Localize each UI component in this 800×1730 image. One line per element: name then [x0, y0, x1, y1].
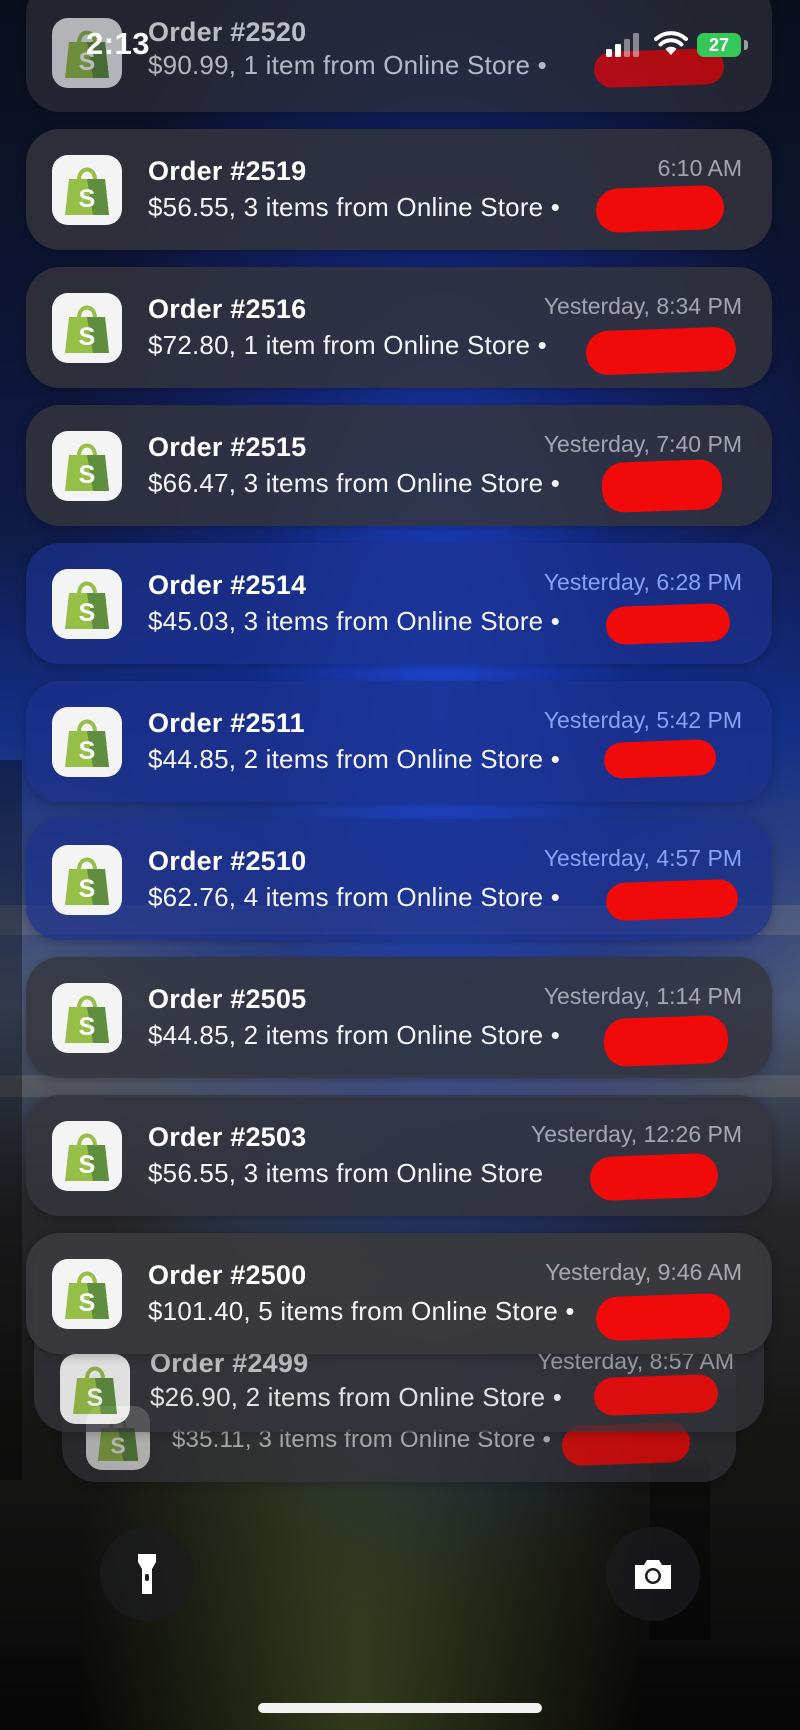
battery-tip [744, 40, 748, 50]
shopify-app-icon: S [52, 1259, 122, 1329]
svg-text:S: S [79, 461, 96, 489]
order-details: $56.55, 3 items from Online Store [148, 1158, 544, 1188]
shopify-app-icon: S [52, 569, 122, 639]
shopify-app-icon: S [52, 293, 122, 363]
notification-order[interactable]: S Order #2511 $44.85, 2 items from Onlin… [26, 681, 772, 802]
order-title: Order #2511 [148, 708, 305, 738]
notification-order[interactable]: S Order #2515 $66.47, 3 items from Onlin… [26, 405, 772, 526]
notification-order[interactable]: S Order #2510 $62.76, 4 items from Onlin… [26, 819, 772, 940]
notification-order[interactable]: S Order #2500 $101.40, 5 items from Onli… [26, 1233, 772, 1354]
notification-timestamp: Yesterday, 12:26 PM [531, 1121, 742, 1147]
notification-timestamp: Yesterday, 4:57 PM [543, 845, 742, 871]
shopify-app-icon: S [52, 1121, 122, 1191]
notification-timestamp: Yesterday, 5:42 PM [543, 707, 742, 733]
wallpaper-light-strip [0, 1075, 800, 1097]
status-bar: 2:13 27 [0, 0, 800, 92]
battery-level: 27 [708, 35, 730, 55]
order-title: Order #2505 [148, 984, 307, 1014]
flashlight-button[interactable] [100, 1527, 194, 1621]
svg-text:S: S [79, 875, 96, 903]
redaction-mark [585, 326, 737, 376]
wallpaper-pillar [0, 760, 22, 1480]
cellular-signal-icon [606, 33, 639, 57]
home-indicator[interactable] [258, 1703, 542, 1713]
shopify-app-icon: S [60, 1354, 130, 1424]
order-title: Order #2519 [148, 156, 307, 186]
camera-icon [635, 1560, 671, 1589]
order-title: Order #2500 [148, 1260, 307, 1290]
flashlight-icon [138, 1554, 156, 1594]
order-details: $56.55, 3 items from Online Store • [148, 192, 561, 222]
notification-timestamp: Yesterday, 9:46 AM [545, 1259, 742, 1285]
shopify-app-icon: S [52, 845, 122, 915]
redaction-mark [603, 1014, 729, 1068]
notification-timestamp: Yesterday, 8:34 PM [543, 293, 742, 319]
notification-order[interactable]: S Order #2519 $56.55, 3 items from Onlin… [26, 129, 772, 250]
svg-text:S: S [79, 1013, 96, 1041]
shopify-app-icon: S [52, 707, 122, 777]
svg-text:S: S [79, 1289, 96, 1317]
redaction-mark [593, 1373, 719, 1417]
notification-order[interactable]: S Order #2503 $56.55, 3 items from Onlin… [26, 1095, 772, 1216]
order-title: Order #2514 [148, 570, 307, 600]
order-details: $72.80, 1 item from Online Store • [148, 330, 547, 360]
shopify-app-icon: S [52, 431, 122, 501]
svg-text:S: S [79, 1151, 96, 1179]
notification-timestamp: Yesterday, 7:40 PM [543, 431, 742, 457]
order-details: $62.76, 4 items from Online Store • [148, 882, 561, 912]
svg-text:S: S [87, 1384, 104, 1412]
order-details: $45.03, 3 items from Online Store • [148, 606, 561, 636]
shopify-app-icon: S [52, 983, 122, 1053]
svg-text:S: S [79, 599, 96, 627]
order-details: $101.40, 5 items from Online Store • [148, 1296, 575, 1326]
notification-timestamp: 6:10 AM [657, 155, 742, 181]
order-details: $26.90, 2 items from Online Store • [150, 1382, 563, 1412]
order-title: Order #2510 [148, 846, 307, 876]
order-details: $44.85, 2 items from Online Store • [148, 1020, 561, 1050]
notification-timestamp: Yesterday, 6:28 PM [543, 569, 742, 595]
order-details: $66.47, 3 items from Online Store • [148, 468, 561, 498]
svg-text:S: S [79, 185, 96, 213]
notification-timestamp: Yesterday, 1:14 PM [543, 983, 742, 1009]
order-title: Order #2515 [148, 432, 307, 462]
svg-text:S: S [110, 1433, 125, 1459]
order-title: Order #2503 [148, 1122, 307, 1152]
redaction-mark [603, 739, 717, 779]
shopify-app-icon: S [52, 155, 122, 225]
redaction-mark [605, 602, 731, 646]
order-title: Order #2516 [148, 294, 307, 324]
notification-order[interactable]: S Order #2505 $44.85, 2 items from Onlin… [26, 957, 772, 1078]
svg-text:S: S [79, 737, 96, 765]
notification-order[interactable]: S Order #2514 $45.03, 3 items from Onlin… [26, 543, 772, 664]
wifi-icon [654, 31, 688, 55]
battery-charging-icon: 27 [697, 33, 741, 57]
status-bar-clock: 2:13 [86, 26, 151, 61]
redaction-mark [595, 1292, 731, 1342]
svg-text:S: S [79, 323, 96, 351]
redaction-mark [595, 184, 725, 234]
notification-order[interactable]: S Order #2516 $72.80, 1 item from Online… [26, 267, 772, 388]
order-details: $44.85, 2 items from Online Store • [148, 744, 561, 774]
redaction-mark [601, 458, 723, 514]
redaction-mark [589, 1152, 719, 1202]
camera-button[interactable] [606, 1527, 700, 1621]
redaction-mark [605, 878, 739, 922]
